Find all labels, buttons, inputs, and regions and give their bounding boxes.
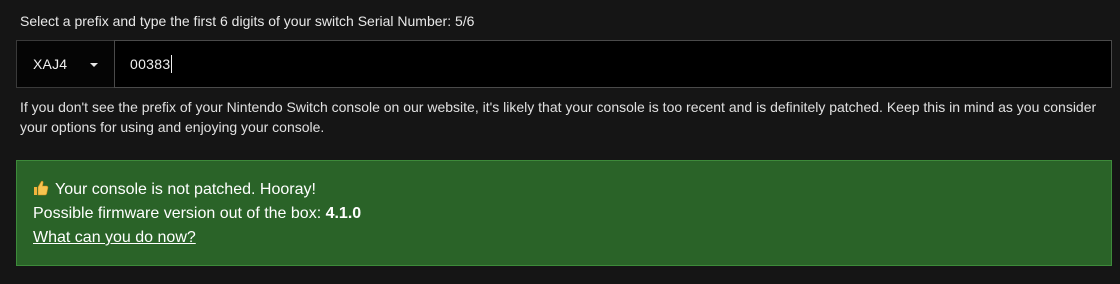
text-cursor <box>171 55 173 73</box>
status-text: Your console is not patched. Hooray! <box>55 181 316 198</box>
serial-input-group: XAJ4 00383 <box>16 40 1112 88</box>
prefix-dropdown[interactable]: XAJ4 <box>16 40 114 88</box>
caret-down-icon <box>90 63 98 67</box>
what-can-you-do-link[interactable]: What can you do now? <box>33 229 196 246</box>
serial-number-input[interactable]: 00383 <box>114 40 1112 88</box>
status-line: Your console is not patched. Hooray! <box>33 178 1095 202</box>
serial-input-value: 00383 <box>130 56 171 72</box>
prefix-info-text: If you don't see the prefix of your Nint… <box>20 99 1097 135</box>
result-alert: Your console is not patched. Hooray! Pos… <box>16 160 1112 266</box>
firmware-label: Possible firmware version out of the box… <box>33 205 326 222</box>
thumbs-up-icon <box>34 180 49 196</box>
link-line: What can you do now? <box>33 226 1095 250</box>
firmware-line: Possible firmware version out of the box… <box>33 202 1095 226</box>
prefix-selected-value: XAJ4 <box>33 56 68 72</box>
firmware-version: 4.1.0 <box>325 205 362 222</box>
serial-prompt-label: Select a prefix and type the first 6 dig… <box>20 13 475 29</box>
